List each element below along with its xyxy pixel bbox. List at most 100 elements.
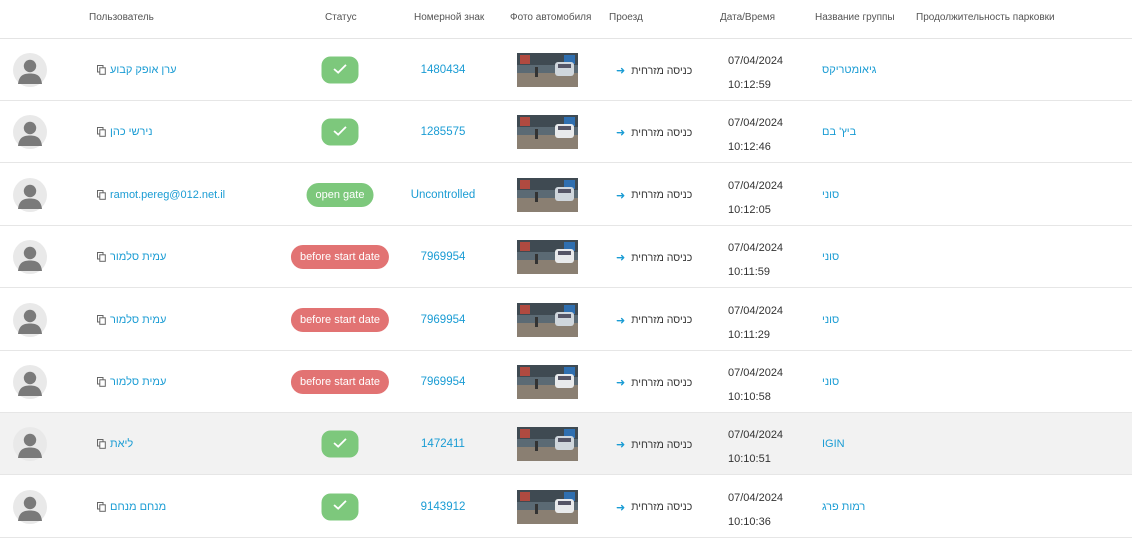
car-photo-thumbnail[interactable] [517,240,578,275]
user-link[interactable]: עמית סלמור [97,314,166,326]
table-row[interactable]: עמית סלמור before start date 7969954 ➜ כניסה… [0,226,1132,289]
plate-link[interactable]: 1480434 [421,64,466,76]
time-text: 10:12:59 [728,79,771,91]
table-row[interactable]: עמית סלמור before start date 7969954 ➜ כניסה… [0,289,1132,351]
car-photo-thumbnail[interactable] [517,302,578,337]
date-text: 07/04/2024 [728,367,784,379]
status-cell: before start date [290,370,390,394]
datetime-cell: 07/04/2024 10:10:36 [728,486,783,534]
car-photo-thumbnail[interactable] [517,53,578,87]
avatar [13,240,47,275]
table-header: Пользователь Статус Номерной знак Фото а… [0,0,1132,39]
time-text: 10:12:05 [728,203,771,216]
passage-cell: ➜ כניסה מזרחית [616,64,692,78]
passage-label: כניסה מזרחית [631,189,693,202]
copy-icon[interactable] [97,377,106,387]
time-text: 10:10:51 [728,453,771,466]
user-name: ramot.pereg@012.net.il [110,188,226,201]
time-text: 10:10:36 [728,515,771,528]
passage-cell: ➜ כניסה מזרחית [616,501,692,514]
copy-icon[interactable] [97,501,106,512]
passage-cell: ➜ כניסה מזרחית [616,126,693,140]
status-check-badge [321,430,359,458]
plate-link[interactable]: 1285575 [421,126,466,138]
group-link[interactable]: סוני [822,251,839,263]
datetime-cell: 07/04/2024 10:11:29 [728,299,783,347]
status-badge: before start date [290,370,390,394]
plate-link[interactable]: 1472411 [421,438,465,450]
user-link[interactable]: עמית סלמור [97,376,166,388]
car-photo-thumbnail[interactable] [517,177,578,212]
avatar [13,489,47,524]
plate-link[interactable]: 7969954 [421,251,466,263]
copy-icon[interactable] [97,65,106,75]
status-cell [321,118,359,146]
group-link[interactable]: ביץ' בם [822,126,856,138]
table-row[interactable]: נירשי כהן 1285575 ➜ כניסה מזרחית 07/04/2024 1… [0,101,1132,164]
status-cell [321,430,359,458]
user-name: מנחם מנחם [110,500,167,513]
header-plate[interactable]: Номерной знак [414,12,484,23]
copy-icon[interactable] [97,439,106,450]
datetime-cell: 07/04/2024 10:10:58 [728,361,783,409]
user-link[interactable]: נירשי כהן [97,126,153,138]
group-link[interactable]: IGIN [822,438,845,450]
passage-cell: ➜ כניסה מזרחית [616,189,692,202]
user-link[interactable]: ליאת [97,438,133,450]
avatar [13,302,47,337]
group-link[interactable]: רמות פרג [822,501,865,513]
table-row[interactable]: עמית סלמור before start date 7969954 ➜ כניסה… [0,351,1132,413]
status-cell: open gate [306,182,374,207]
avatar [13,53,47,87]
group-link[interactable]: סוני [822,314,839,326]
header-datetime[interactable]: Дата/Время [720,12,775,23]
header-passage[interactable]: Проезд [609,12,643,23]
status-badge: open gate [306,182,374,207]
copy-icon[interactable] [97,252,106,262]
user-link[interactable]: מנחם מנחם [97,501,166,513]
status-check-badge [321,56,359,84]
plate-link[interactable]: 7969954 [421,376,466,388]
group-link[interactable]: גיאומטריקס [822,64,876,76]
copy-icon[interactable] [97,314,106,325]
checkmark-icon [333,61,348,79]
header-user[interactable]: Пользователь [89,12,154,23]
car-photo-thumbnail[interactable] [517,427,578,462]
table-row[interactable]: ramot.pereg@012.net.il open gate Uncontrol… [0,164,1132,226]
plate-link[interactable]: 7969954 [421,314,466,326]
status-check-badge [321,118,359,146]
user-link[interactable]: ערן אופק קבוע [97,64,177,76]
datetime-cell: 07/04/2024 10:12:05 [728,174,783,222]
table-row[interactable]: מנחם מנחם 9143912 ➜ כניסה מזרחית 07/04/2024 1… [0,476,1132,538]
car-photo-thumbnail[interactable] [517,489,578,524]
car-photo-thumbnail[interactable] [517,365,578,399]
user-link[interactable]: עמית סלמור [97,251,166,263]
passage-cell: ➜ כניסה מזרחית [616,314,692,327]
avatar [13,427,47,462]
header-status[interactable]: Статус [325,12,357,23]
sign-in-icon: ➜ [616,314,626,327]
status-cell [321,493,359,521]
group-link[interactable]: סוני [822,376,839,388]
status-badge: before start date [290,307,390,332]
passage-label: כניסה מזרחית [631,126,693,139]
group-link[interactable]: סוני [822,189,839,201]
header-duration[interactable]: Продолжительность парковки [916,12,1055,23]
date-text: 07/04/2024 [728,304,784,317]
passage-label: כניסה מזרחית [631,314,693,327]
user-link[interactable]: ramot.pereg@012.net.il [97,189,225,201]
copy-icon[interactable] [97,127,106,138]
plate-link[interactable]: 9143912 [421,501,466,513]
passage-label: כניסה מזרחית [631,438,693,451]
car-photo-thumbnail[interactable] [517,115,578,150]
status-cell [321,56,359,84]
plate-link[interactable]: Uncontrolled [411,189,476,201]
avatar [13,177,47,212]
sign-in-icon: ➜ [616,439,626,452]
table-row[interactable]: ליאת 1472411 ➜ כניסה מזרחית 07/04/2024 10:10:… [0,413,1132,476]
header-photo[interactable]: Фото автомобиля [510,12,591,23]
copy-icon[interactable] [97,189,106,200]
checkmark-icon [333,123,348,141]
table-row[interactable]: ערן אופק קבוע 1480434 ➜ כניסה מזרחית 07/04/2… [0,39,1132,101]
header-group[interactable]: Название группы [815,12,895,23]
